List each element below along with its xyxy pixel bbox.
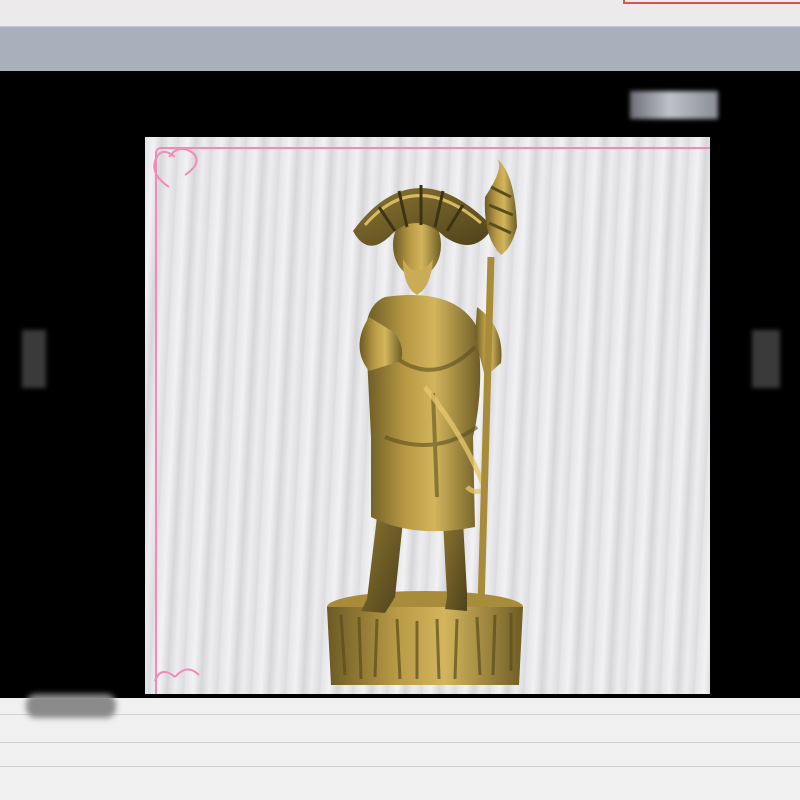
chevron-right-icon[interactable] (752, 330, 780, 388)
active-window-edge (623, 0, 800, 4)
blurred-thumbnail (26, 694, 116, 718)
chevron-left-icon[interactable] (22, 330, 46, 388)
toolbar (0, 26, 800, 71)
product-photo (145, 137, 710, 694)
blurred-caption (630, 91, 718, 119)
title-strip (0, 0, 800, 26)
fisherman-statue-image (153, 147, 523, 685)
bottom-panel (0, 698, 800, 800)
